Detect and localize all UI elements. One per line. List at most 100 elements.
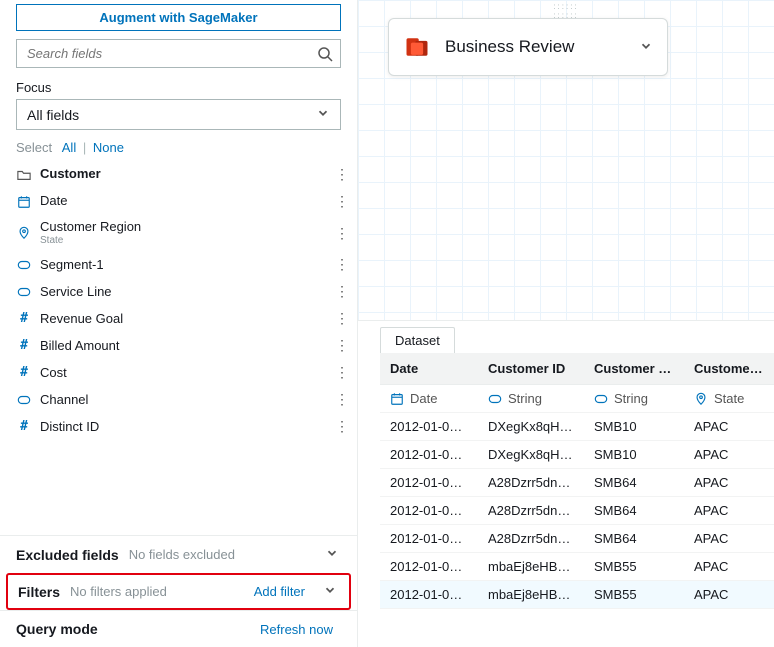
field-item[interactable]: Customer RegionState⋮ <box>0 215 357 251</box>
table-cell: SMB64 <box>584 497 684 525</box>
table-row[interactable]: 2012-01-01…mbaEj8eHB…SMB55APAC <box>380 581 774 609</box>
focus-label: Focus <box>16 80 341 95</box>
excluded-status: No fields excluded <box>129 547 315 562</box>
separator: | <box>83 140 86 155</box>
field-item[interactable]: Customer ⋮ <box>0 161 357 188</box>
tab-dataset[interactable]: Dataset <box>380 327 455 353</box>
table-cell: SMB64 <box>584 525 684 553</box>
field-item[interactable]: # Revenue Goal ⋮ <box>0 305 357 332</box>
geo-icon <box>16 226 32 240</box>
kebab-menu-icon[interactable]: ⋮ <box>335 337 347 354</box>
chevron-down-icon[interactable] <box>325 546 341 563</box>
table-cell: A28Dzrr5dn… <box>478 469 584 497</box>
field-list: Customer⋮Date⋮Customer RegionState⋮Segme… <box>0 161 357 455</box>
field-item[interactable]: Segment-1 ⋮ <box>0 251 357 278</box>
search-input[interactable] <box>16 39 341 68</box>
table-cell: APAC <box>684 441 774 469</box>
folder-icon <box>16 168 32 182</box>
select-all-link[interactable]: All <box>62 140 76 155</box>
kebab-menu-icon[interactable]: ⋮ <box>335 193 347 210</box>
chevron-down-icon[interactable] <box>639 39 653 56</box>
canvas-grid[interactable]: :::::::::::: Business Review <box>358 0 774 320</box>
excluded-title: Excluded fields <box>16 547 119 563</box>
table-cell: APAC <box>684 469 774 497</box>
refresh-now-link[interactable]: Refresh now <box>260 622 333 637</box>
tabs: Dataset <box>380 321 774 353</box>
drag-handle-icon[interactable]: :::::::::::: <box>358 0 774 20</box>
column-type-cell[interactable]: String <box>478 385 584 413</box>
table-cell: SMB55 <box>584 553 684 581</box>
kebab-menu-icon[interactable]: ⋮ <box>335 283 347 300</box>
table-cell: 2012-01-01… <box>380 413 478 441</box>
number-icon: # <box>16 338 32 353</box>
table-cell: SMB64 <box>584 469 684 497</box>
table-header-row: DateCustomer IDCustomer …Customer .. <box>380 353 774 385</box>
select-none-link[interactable]: None <box>93 140 124 155</box>
filters-section[interactable]: Filters No filters applied Add filter <box>6 573 351 610</box>
field-name: Revenue Goal <box>40 312 327 326</box>
kebab-menu-icon[interactable]: ⋮ <box>335 256 347 273</box>
filters-status: No filters applied <box>70 584 244 599</box>
table-cell: 2012-01-01… <box>380 497 478 525</box>
column-header[interactable]: Customer … <box>584 353 684 385</box>
field-name: Service Line <box>40 285 327 299</box>
table-cell: APAC <box>684 525 774 553</box>
table-cell: APAC <box>684 497 774 525</box>
table-cell: SMB55 <box>584 581 684 609</box>
query-mode-title: Query mode <box>16 621 98 637</box>
table-cell: mbaEj8eHB… <box>478 553 584 581</box>
dataset-card[interactable]: Business Review <box>388 18 668 76</box>
chevron-down-icon[interactable] <box>323 583 339 600</box>
number-icon: # <box>16 365 32 380</box>
table-cell: APAC <box>684 553 774 581</box>
table-cell: mbaEj8eHB… <box>478 581 584 609</box>
table-row[interactable]: 2012-01-01…mbaEj8eHB…SMB55APAC <box>380 553 774 581</box>
table-row[interactable]: 2012-01-01…DXegKx8qH…SMB10APAC <box>380 413 774 441</box>
table-type-row: DateStringStringState <box>380 385 774 413</box>
select-all-none: Select All | None <box>16 140 341 155</box>
table-body: DateStringStringState2012-01-01…DXegKx8q… <box>380 385 774 609</box>
column-header[interactable]: Date <box>380 353 478 385</box>
right-panel: :::::::::::: Business Review Dataset Dat… <box>358 0 774 647</box>
column-type-cell[interactable]: State <box>684 385 774 413</box>
table-row[interactable]: 2012-01-01…A28Dzrr5dn…SMB64APAC <box>380 525 774 553</box>
field-name: Channel <box>40 393 327 407</box>
kebab-menu-icon[interactable]: ⋮ <box>335 166 347 183</box>
table-cell: DXegKx8qH… <box>478 441 584 469</box>
focus-value: All fields <box>27 107 79 123</box>
field-item[interactable]: #Billed Amount⋮ <box>0 332 357 359</box>
kebab-menu-icon[interactable]: ⋮ <box>335 364 347 381</box>
table-row[interactable]: 2012-01-01…DXegKx8qH…SMB10APAC <box>380 441 774 469</box>
column-header[interactable]: Customer ID <box>478 353 584 385</box>
focus-select[interactable]: All fields <box>16 99 341 130</box>
kebab-menu-icon[interactable]: ⋮ <box>335 391 347 408</box>
augment-sagemaker-button[interactable]: Augment with SageMaker <box>16 4 341 31</box>
kebab-menu-icon[interactable]: ⋮ <box>335 418 347 435</box>
field-item[interactable]: Date ⋮ <box>0 188 357 215</box>
kebab-menu-icon[interactable]: ⋮ <box>335 310 347 327</box>
number-icon: # <box>16 311 32 326</box>
search-row <box>16 39 341 68</box>
column-type-cell[interactable]: Date <box>380 385 478 413</box>
field-item[interactable]: #Distinct ID⋮ <box>0 413 357 440</box>
table-cell: 2012-01-01… <box>380 525 478 553</box>
table-row[interactable]: 2012-01-01…A28Dzrr5dn…SMB64APAC <box>380 497 774 525</box>
query-mode-section[interactable]: Query mode Refresh now <box>0 610 357 647</box>
field-item[interactable]: Channel ⋮ <box>0 386 357 413</box>
card-title: Business Review <box>445 37 625 57</box>
column-type-cell[interactable]: String <box>584 385 684 413</box>
dataset-table: DateCustomer IDCustomer …Customer .. Dat… <box>380 353 774 609</box>
table-cell: A28Dzrr5dn… <box>478 525 584 553</box>
table-row[interactable]: 2012-01-01…A28Dzrr5dn…SMB64APAC <box>380 469 774 497</box>
add-filter-link[interactable]: Add filter <box>254 584 305 599</box>
field-name: Segment-1 <box>40 258 327 272</box>
kebab-menu-icon[interactable]: ⋮ <box>335 225 347 242</box>
field-item[interactable]: Service Line ⋮ <box>0 278 357 305</box>
field-name: Customer <box>40 167 327 181</box>
text-icon <box>16 393 32 407</box>
table-cell: 2012-01-01… <box>380 581 478 609</box>
field-name: Date <box>40 194 327 208</box>
field-item[interactable]: #Cost⋮ <box>0 359 357 386</box>
excluded-fields-section[interactable]: Excluded fields No fields excluded <box>0 535 357 573</box>
column-header[interactable]: Customer .. <box>684 353 774 385</box>
